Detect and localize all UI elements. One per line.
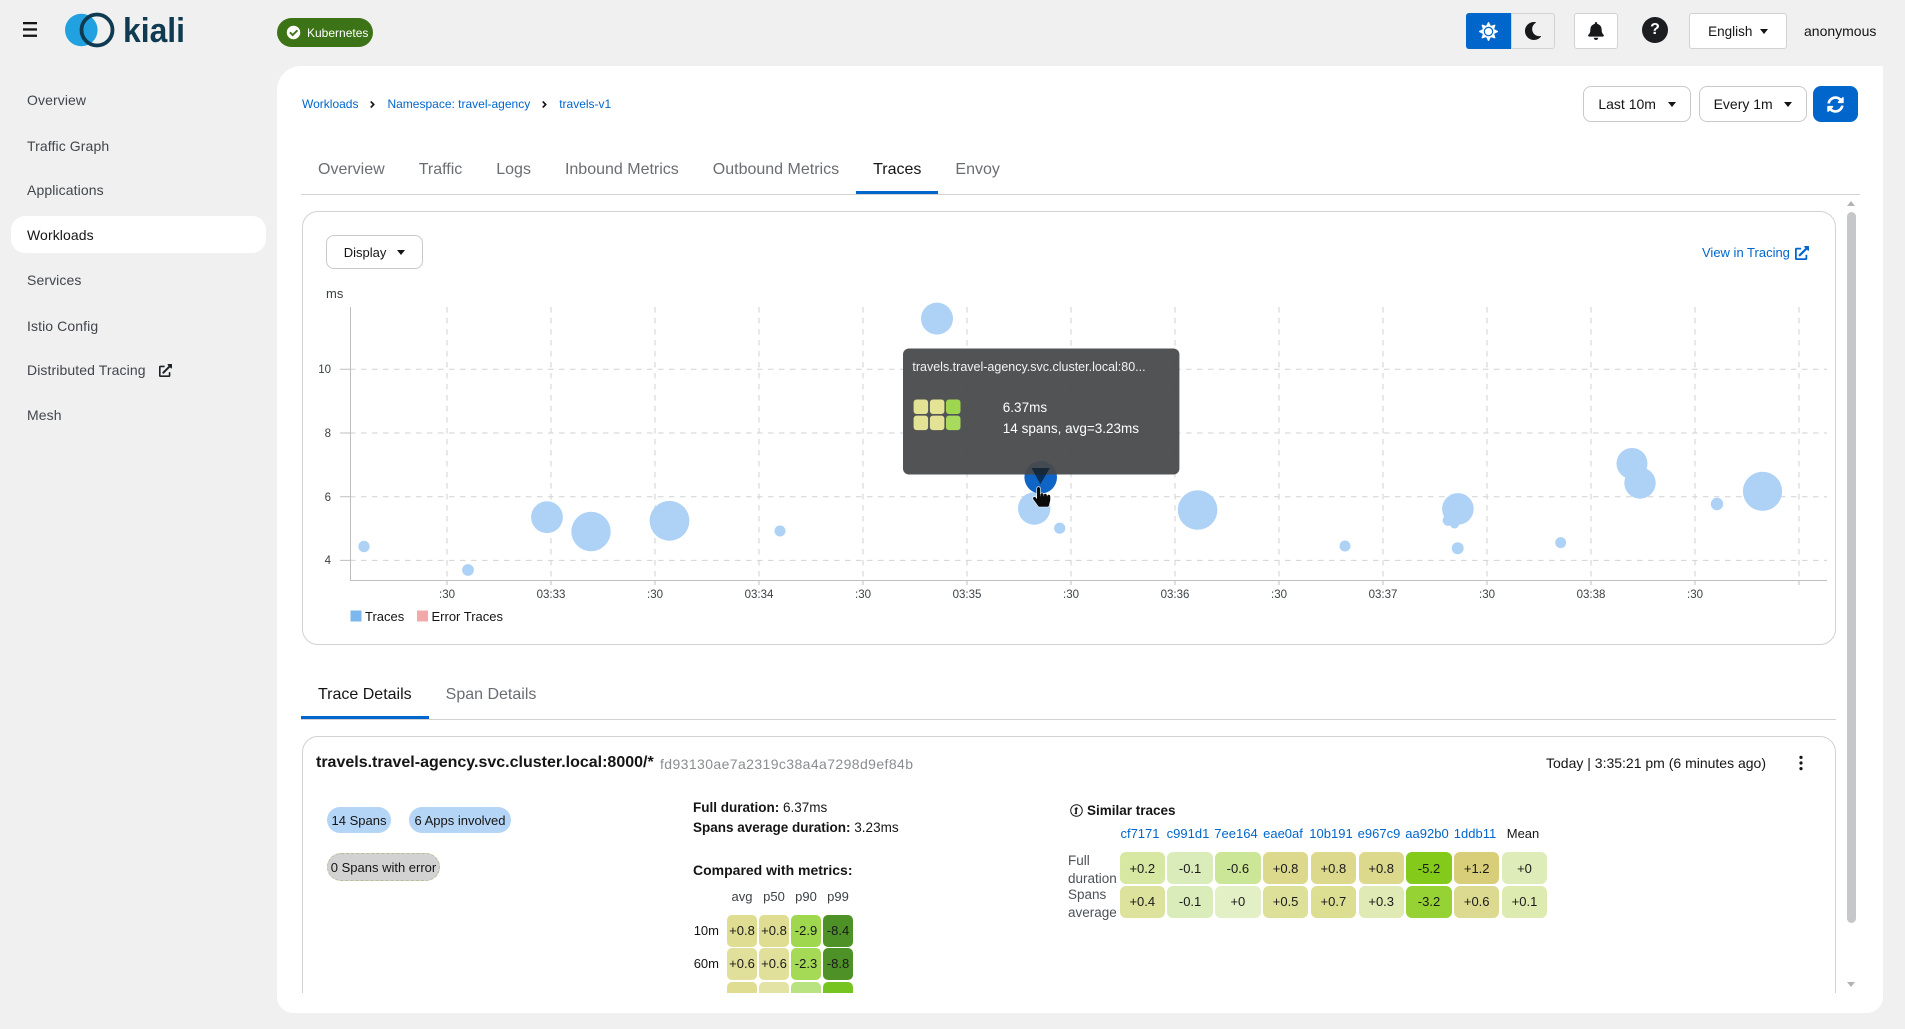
- svg-text:03:35: 03:35: [953, 589, 982, 601]
- svg-text:03:36: 03:36: [1161, 589, 1190, 601]
- svg-text:03:37: 03:37: [1369, 589, 1398, 601]
- svg-text:8: 8: [325, 428, 331, 440]
- svg-text:Error Traces: Error Traces: [432, 609, 504, 624]
- svg-text:10: 10: [318, 364, 331, 376]
- svg-text:03:38: 03:38: [1577, 589, 1606, 601]
- svg-text::30: :30: [647, 589, 663, 601]
- svg-text:03:34: 03:34: [745, 589, 774, 601]
- svg-text:6.37ms: 6.37ms: [1003, 400, 1048, 415]
- svg-text:4: 4: [325, 555, 332, 567]
- svg-text::30: :30: [855, 589, 871, 601]
- svg-text::30: :30: [439, 589, 455, 601]
- svg-text:03:33: 03:33: [537, 589, 566, 601]
- svg-text:14 spans, avg=3.23ms: 14 spans, avg=3.23ms: [1003, 421, 1139, 436]
- svg-text:Traces: Traces: [365, 609, 405, 624]
- svg-text:kiali: kiali: [123, 12, 185, 50]
- svg-text::30: :30: [1687, 589, 1703, 601]
- svg-text:travels.travel-agency.svc.clus: travels.travel-agency.svc.cluster.local:…: [912, 360, 1145, 374]
- svg-text:6: 6: [325, 492, 331, 504]
- svg-text::30: :30: [1063, 589, 1079, 601]
- svg-text::30: :30: [1479, 589, 1495, 601]
- svg-text::30: :30: [1271, 589, 1287, 601]
